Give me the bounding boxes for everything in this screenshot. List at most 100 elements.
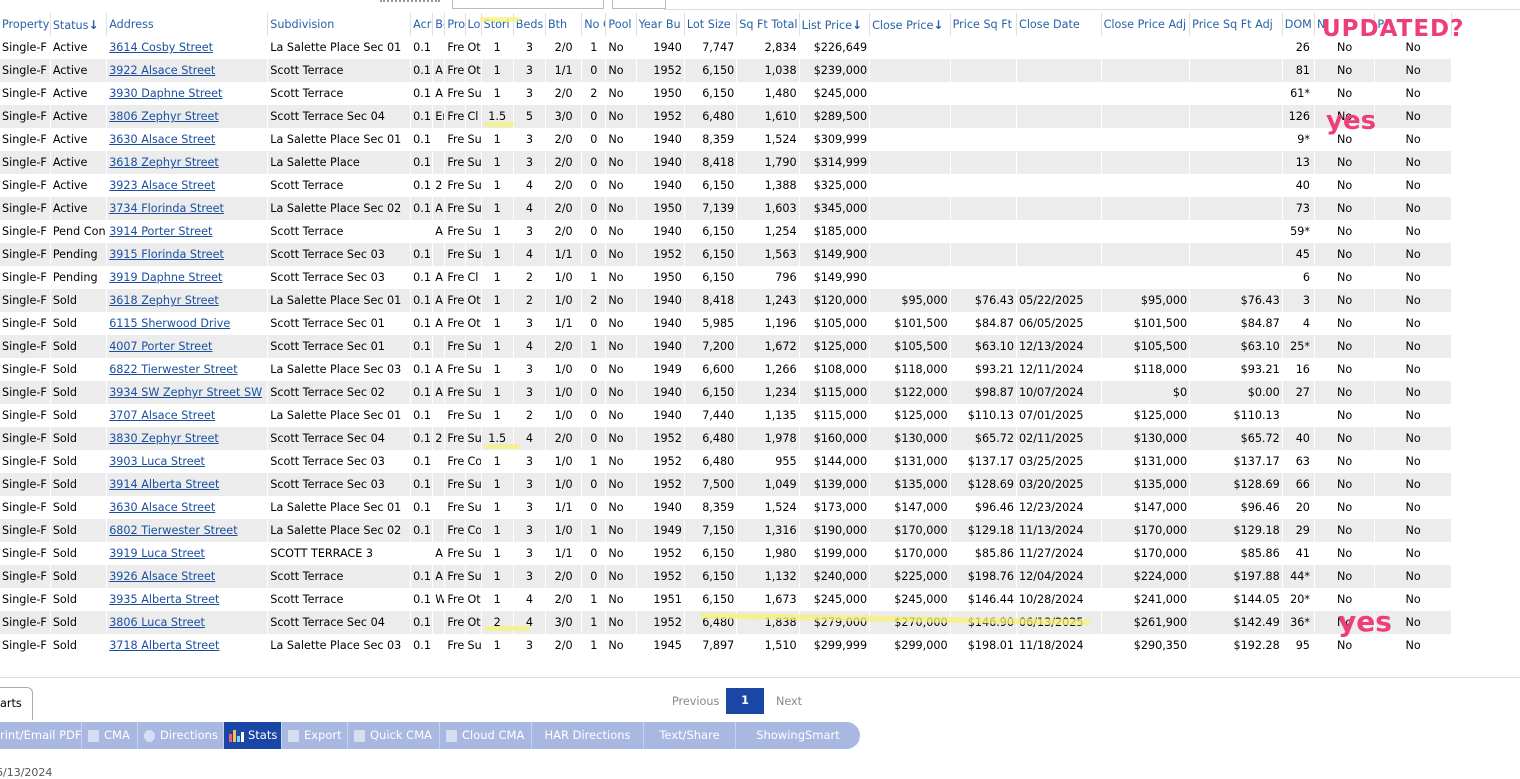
cell-2[interactable]: 3734 Florinda Street — [106, 197, 269, 220]
column-header-0[interactable]: Property — [0, 13, 51, 36]
top-input-2[interactable] — [612, 0, 666, 9]
table-row[interactable]: Single-F Sold 3630 Alsace Street La Salette… — [0, 496, 1452, 519]
cell-2[interactable]: 4007 Porter Street — [106, 335, 269, 358]
address-link[interactable]: 3618 Zephyr Street — [109, 156, 219, 169]
column-header-6[interactable]: Pro — [444, 13, 466, 36]
address-link[interactable]: 4007 Porter Street — [109, 340, 212, 353]
address-link[interactable]: 3915 Florinda Street — [109, 248, 224, 261]
top-input-1[interactable] — [452, 0, 604, 9]
address-link[interactable]: 3930 Daphne Street — [109, 87, 222, 100]
cell-2[interactable]: 3919 Luca Street — [106, 542, 269, 565]
table-row[interactable]: Single-F Active 3614 Cosby Street La Salett… — [0, 36, 1452, 59]
text-share-button[interactable]: Text/Share — [644, 722, 736, 749]
table-row[interactable]: Single-F Sold 6802 Tierwester Street La Sal… — [0, 519, 1452, 542]
cell-2[interactable]: 3914 Porter Street — [106, 220, 269, 243]
cell-2[interactable]: 3830 Zephyr Street — [106, 427, 269, 450]
address-link[interactable]: 3630 Alsace Street — [109, 133, 215, 146]
table-row[interactable]: Single-F Active 3923 Alsace Street Scott Te… — [0, 174, 1452, 197]
address-link[interactable]: 3734 Florinda Street — [109, 202, 224, 215]
cell-2[interactable]: 6115 Sherwood Drive — [106, 312, 269, 335]
charts-tab[interactable]: arts — [0, 687, 33, 720]
column-header-17[interactable]: Close Price↓ — [869, 13, 951, 36]
address-link[interactable]: 6802 Tierwester Street — [109, 524, 237, 537]
address-link[interactable]: 3806 Luca Street — [109, 616, 205, 629]
print-email-pdf-button[interactable]: rint/Email PDF — [0, 722, 82, 749]
table-row[interactable]: Single-F Sold 3934 SW Zephyr Street SW Scot… — [0, 381, 1452, 404]
table-row[interactable]: Single-F Active 3630 Alsace Street La Salet… — [0, 128, 1452, 151]
table-row[interactable]: Single-F Pending 3919 Daphne Street Scott T… — [0, 266, 1452, 289]
column-header-2[interactable]: Address — [106, 13, 269, 36]
table-row[interactable]: Single-F Pend Con 3914 Porter Street Scott … — [0, 220, 1452, 243]
column-header-3[interactable]: Subdivision — [267, 13, 412, 36]
cell-2[interactable]: 3630 Alsace Street — [106, 496, 269, 519]
column-header-16[interactable]: List Price↓ — [799, 13, 871, 36]
address-link[interactable]: 6822 Tierwester Street — [109, 363, 237, 376]
cell-2[interactable]: 3806 Luca Street — [106, 611, 269, 634]
cell-2[interactable]: 3922 Alsace Street — [106, 59, 269, 82]
export-button[interactable]: Export — [282, 722, 348, 749]
cell-2[interactable]: 3718 Alberta Street — [106, 634, 269, 657]
cloud-cma-button[interactable]: Cloud CMA — [440, 722, 532, 749]
address-link[interactable]: 3914 Porter Street — [109, 225, 212, 238]
address-link[interactable]: 3922 Alsace Street — [109, 64, 215, 77]
page-1-button[interactable]: 1 — [726, 688, 764, 714]
cell-2[interactable]: 3914 Alberta Street — [106, 473, 269, 496]
column-header-21[interactable]: Price Sq Ft Adj — [1189, 13, 1283, 36]
table-row[interactable]: Single-F Sold 6115 Sherwood Drive Scott Ter… — [0, 312, 1452, 335]
address-link[interactable]: 3919 Luca Street — [109, 547, 205, 560]
table-row[interactable]: Single-F Pending 3915 Florinda Street Scott… — [0, 243, 1452, 266]
address-link[interactable]: 3630 Alsace Street — [109, 501, 215, 514]
column-header-1[interactable]: Status↓ — [50, 13, 108, 36]
address-link[interactable]: 3926 Alsace Street — [109, 570, 215, 583]
column-header-20[interactable]: Close Price Adj — [1101, 13, 1191, 36]
column-header-15[interactable]: Sq Ft Total — [736, 13, 800, 36]
next-button[interactable]: Next — [776, 695, 802, 708]
address-link[interactable]: 3923 Alsace Street — [109, 179, 215, 192]
cell-2[interactable]: 3614 Cosby Street — [106, 36, 269, 59]
table-row[interactable]: Single-F Sold 3903 Luca Street Scott Terrac… — [0, 450, 1452, 473]
previous-button[interactable]: Previous — [672, 695, 719, 708]
table-row[interactable]: Single-F Active 3734 Florinda Street La Sal… — [0, 197, 1452, 220]
address-link[interactable]: 3903 Luca Street — [109, 455, 205, 468]
cell-2[interactable]: 3618 Zephyr Street — [106, 151, 269, 174]
address-link[interactable]: 6115 Sherwood Drive — [109, 317, 230, 330]
table-row[interactable]: Single-F Active 3618 Zephyr Street La Salet… — [0, 151, 1452, 174]
directions-button[interactable]: Directions — [138, 722, 224, 749]
address-link[interactable]: 3618 Zephyr Street — [109, 294, 219, 307]
cell-2[interactable]: 3930 Daphne Street — [106, 82, 269, 105]
column-header-14[interactable]: Lot Size — [684, 13, 738, 36]
column-header-13[interactable]: Year Bu — [636, 13, 685, 36]
address-link[interactable]: 3614 Cosby Street — [109, 41, 213, 54]
address-link[interactable]: 3934 SW Zephyr Street SW — [109, 386, 262, 399]
table-row[interactable]: Single-F Sold 4007 Porter Street Scott Terr… — [0, 335, 1452, 358]
address-link[interactable]: 3806 Zephyr Street — [109, 110, 219, 123]
table-row[interactable]: Single-F Sold 3919 Luca Street SCOTT TERRAC… — [0, 542, 1452, 565]
cell-2[interactable]: 3919 Daphne Street — [106, 266, 269, 289]
address-link[interactable]: 3707 Alsace Street — [109, 409, 215, 422]
har-directions-button[interactable]: HAR Directions — [532, 722, 644, 749]
address-link[interactable]: 3914 Alberta Street — [109, 478, 219, 491]
table-row[interactable]: Single-F Sold 3618 Zephyr Street La Salette… — [0, 289, 1452, 312]
table-row[interactable]: Single-F Sold 3935 Alberta Street Scott Ter… — [0, 588, 1452, 611]
cell-2[interactable]: 3926 Alsace Street — [106, 565, 269, 588]
stats-button[interactable]: Stats — [224, 722, 282, 749]
address-link[interactable]: 3718 Alberta Street — [109, 639, 219, 652]
cell-2[interactable]: 3707 Alsace Street — [106, 404, 269, 427]
table-row[interactable]: Single-F Active 3922 Alsace Street Scott Te… — [0, 59, 1452, 82]
cell-2[interactable]: 3618 Zephyr Street — [106, 289, 269, 312]
column-header-19[interactable]: Close Date — [1016, 13, 1102, 36]
address-link[interactable]: 3830 Zephyr Street — [109, 432, 219, 445]
cell-2[interactable]: 3935 Alberta Street — [106, 588, 269, 611]
cell-2[interactable]: 3630 Alsace Street — [106, 128, 269, 151]
cell-2[interactable]: 3806 Zephyr Street — [106, 105, 269, 128]
table-row[interactable]: Single-F Active 3806 Zephyr Street Scott Te… — [0, 105, 1452, 128]
table-row[interactable]: Single-F Sold 3707 Alsace Street La Salette… — [0, 404, 1452, 427]
table-row[interactable]: Single-F Sold 6822 Tierwester Street La Sal… — [0, 358, 1452, 381]
table-row[interactable]: Single-F Sold 3926 Alsace Street Scott Terr… — [0, 565, 1452, 588]
column-header-12[interactable]: Pool — [605, 13, 637, 36]
cell-2[interactable]: 3923 Alsace Street — [106, 174, 269, 197]
column-header-22[interactable]: DOM — [1282, 13, 1315, 36]
column-header-10[interactable]: Bth — [545, 13, 583, 36]
cell-2[interactable]: 3903 Luca Street — [106, 450, 269, 473]
table-row[interactable]: Single-F Sold 3718 Alberta Street La Salett… — [0, 634, 1452, 657]
